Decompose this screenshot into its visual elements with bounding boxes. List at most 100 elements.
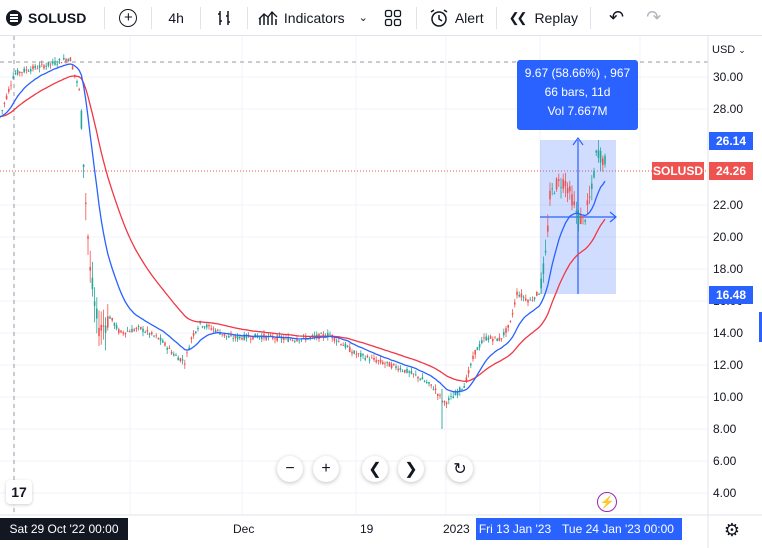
- candle-body: [25, 69, 28, 71]
- candle-body: [41, 63, 43, 65]
- candle-body: [157, 337, 160, 340]
- candle-body: [560, 187, 562, 188]
- candle-body: [175, 355, 177, 356]
- candle-body: [36, 68, 39, 70]
- alert-label: Alert: [454, 9, 484, 26]
- price-tick-label: 30.00: [713, 70, 744, 84]
- candle-body: [514, 302, 516, 305]
- compare-button[interactable]: +: [109, 0, 147, 36]
- candle-body: [221, 334, 223, 336]
- replay-button[interactable]: ❮❮ Replay: [501, 0, 586, 36]
- candle-body: [104, 325, 107, 333]
- candle-body: [184, 363, 186, 365]
- range-low-badge: 16.48: [709, 286, 753, 304]
- chart-settings-button[interactable]: ⚙: [722, 520, 742, 540]
- candle-body: [456, 392, 459, 396]
- lightning-icon[interactable]: ⚡: [597, 492, 617, 512]
- candle-body: [177, 357, 179, 361]
- candle-body: [531, 299, 534, 301]
- reset-chart-button[interactable]: ↻: [447, 456, 473, 482]
- candle-body: [80, 110, 83, 129]
- candle-body: [604, 155, 606, 165]
- measure-volume: Vol 7.667M: [547, 104, 608, 118]
- candle-body: [197, 327, 199, 330]
- candle-body: [109, 316, 111, 319]
- divider: [495, 6, 497, 29]
- candle-body: [518, 295, 520, 297]
- candle-body: [85, 202, 87, 205]
- candle-body: [443, 400, 446, 403]
- candle-body: [140, 326, 142, 330]
- candle-body: [87, 236, 89, 239]
- undo-button[interactable]: ↶: [595, 0, 638, 36]
- candle-body: [203, 326, 206, 328]
- zoom-out-button[interactable]: −: [277, 456, 303, 482]
- candle-body: [129, 331, 131, 333]
- time-label-2023: 2023: [443, 522, 470, 536]
- candle-body: [234, 335, 237, 338]
- candle-body: [472, 355, 474, 360]
- grid-icon: [384, 9, 401, 26]
- indicators-button[interactable]: Indicators ⌄: [252, 0, 374, 36]
- tradingview-logo-icon[interactable]: 17: [6, 480, 32, 504]
- candle-body: [463, 385, 465, 388]
- candle-body: [192, 333, 195, 336]
- interval-button[interactable]: 4h: [156, 0, 196, 36]
- candle-body: [320, 333, 322, 335]
- alert-button[interactable]: Alert: [421, 0, 492, 36]
- candle-body: [289, 339, 292, 341]
- candle-body: [228, 336, 230, 338]
- candle-body: [186, 352, 188, 354]
- candle-body: [388, 362, 391, 367]
- candle-body: [49, 63, 52, 65]
- candle-body: [476, 347, 479, 351]
- price-tick-label: 18.00: [713, 262, 744, 276]
- candle-body: [159, 337, 162, 341]
- crosshair-time-label: Sat 29 Oct '22 00:00: [0, 518, 128, 540]
- rewind-icon: ❮❮: [508, 9, 528, 25]
- undo-icon: ↶: [609, 7, 625, 27]
- layout-button[interactable]: [374, 0, 412, 36]
- candle-body: [432, 389, 435, 390]
- scroll-left-button[interactable]: ❮: [362, 456, 388, 482]
- candle-body: [415, 374, 417, 376]
- candle-body: [78, 88, 80, 90]
- candle-body: [148, 333, 151, 335]
- candle-body: [353, 350, 355, 354]
- candle-body: [179, 358, 182, 362]
- candle-body: [208, 325, 210, 327]
- candle-body: [69, 57, 72, 62]
- candle-body: [278, 335, 281, 337]
- price-tick-label: 12.00: [713, 358, 744, 372]
- candle-body: [164, 342, 166, 346]
- redo-button[interactable]: ↷: [638, 0, 669, 36]
- candle-body: [404, 369, 406, 373]
- bar-style-button[interactable]: [205, 0, 243, 36]
- candle-body: [397, 368, 399, 371]
- candle-body: [153, 335, 155, 337]
- currency-selector[interactable]: USD ⌄: [712, 44, 746, 56]
- candle-body: [406, 368, 408, 373]
- candle-body: [428, 382, 430, 384]
- candle-body: [291, 339, 294, 341]
- candle-body: [162, 340, 164, 343]
- candle-body: [373, 357, 375, 360]
- candle-body: [120, 330, 122, 333]
- candle-body: [437, 393, 439, 396]
- candle-body: [65, 59, 67, 62]
- chevron-down-icon: ⌄: [738, 45, 746, 55]
- candle-body: [564, 180, 567, 187]
- candle-body: [168, 347, 171, 349]
- candle-body: [8, 88, 10, 92]
- candle-body: [98, 327, 100, 337]
- candle-body: [445, 402, 448, 405]
- price-tick-label: 14.00: [713, 326, 744, 340]
- zoom-in-button[interactable]: +: [313, 456, 339, 482]
- candle-body: [555, 178, 558, 190]
- symbol-search-button[interactable]: SOLUSD: [0, 0, 100, 36]
- scroll-right-button[interactable]: ❯: [398, 456, 424, 482]
- price-tick-label: 22.00: [713, 198, 744, 212]
- alarm-clock-icon: [430, 8, 448, 27]
- candle-body: [551, 188, 553, 190]
- range-start-label: Fri 13 Jan '23: [476, 518, 554, 540]
